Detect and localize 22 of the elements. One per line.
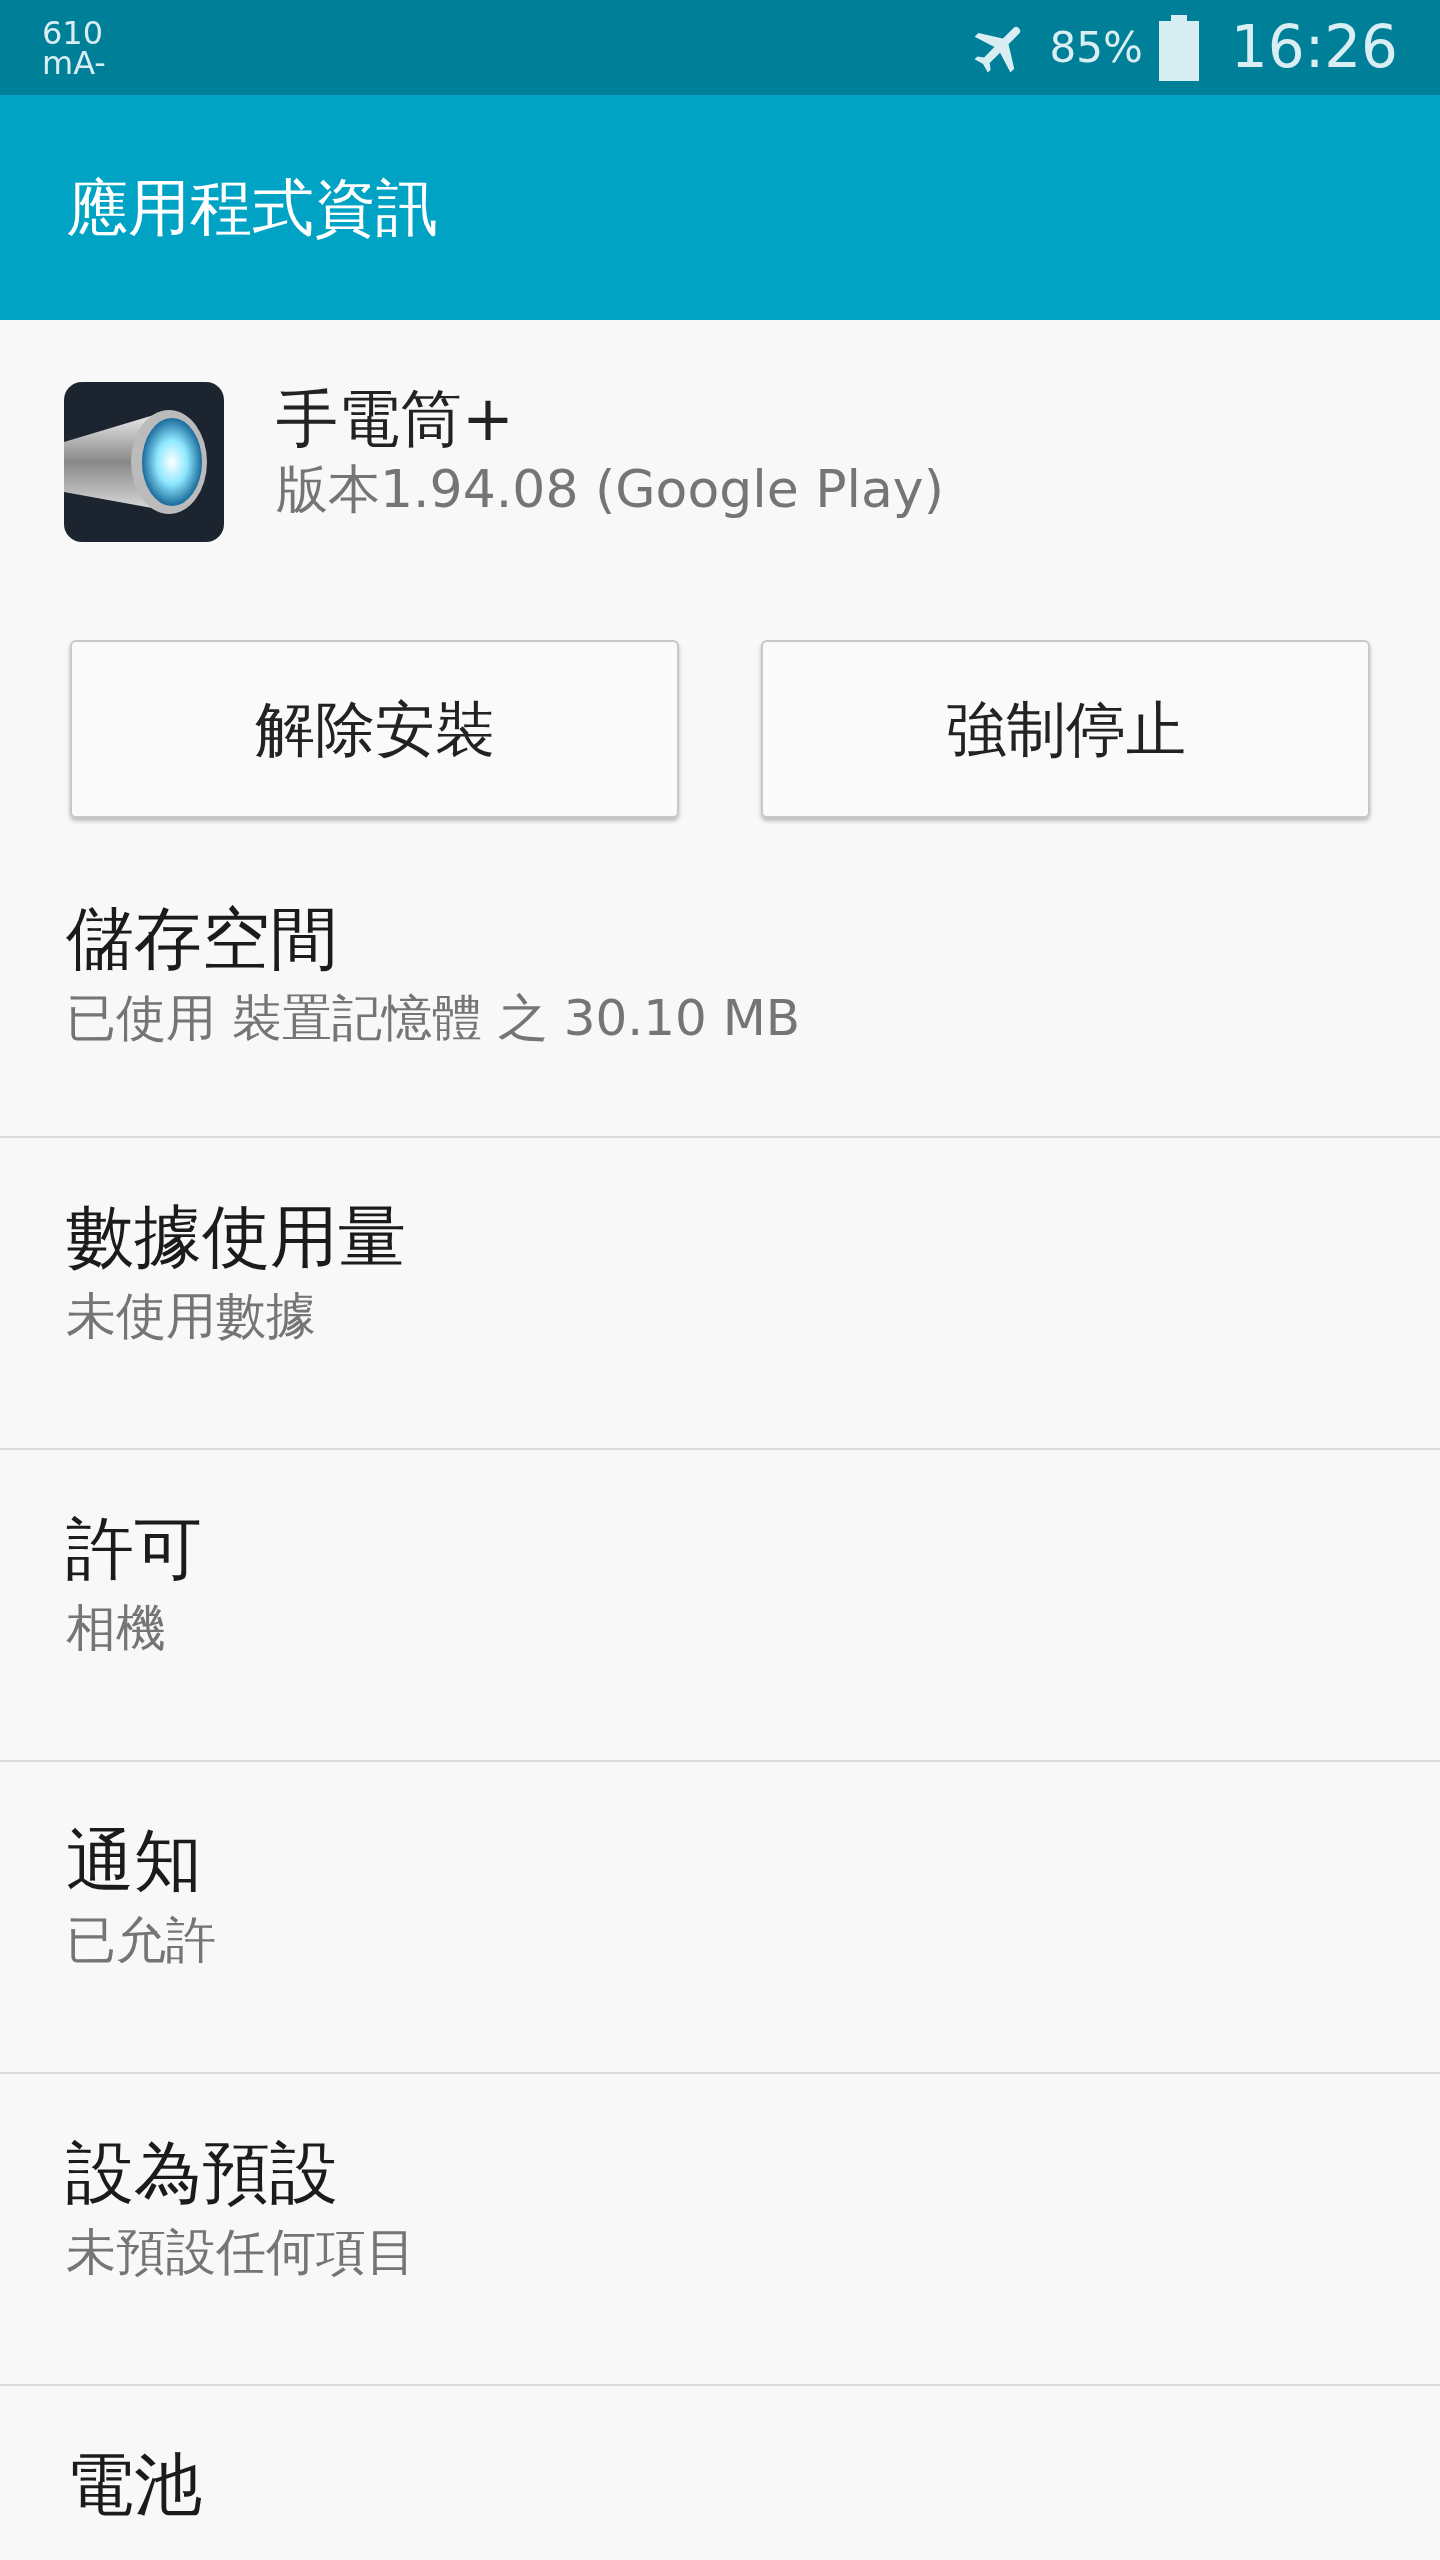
clock: 16:26 [1230,12,1398,83]
battery-percent: 85% [1049,22,1143,74]
setting-summary: 已使用 裝置記憶體 之 30.10 MB [66,988,802,1050]
force-stop-button[interactable]: 強制停止 [761,640,1370,818]
app-name: 手電筒+ [276,382,515,457]
setting-summary: 已允許 [66,1910,217,1972]
current-unit: mA- [42,47,106,78]
app-version: 版本1.94.08 (Google Play) [276,458,944,522]
setting-title: 電池 [66,2444,203,2526]
screen-title: 應用程式資訊 [66,170,438,246]
setting-summary: 未預設任何項目 [66,2222,417,2284]
battery-icon [1158,14,1199,81]
current-reading: 610 [42,17,104,48]
uninstall-button[interactable]: 解除安裝 [70,640,679,818]
setting-summary: 相機 [66,1598,167,1660]
setting-title: 儲存空間 [66,898,339,980]
setting-title: 設為預設 [66,2132,339,2214]
setting-title: 數據使用量 [66,1196,407,1278]
setting-title: 許可 [66,1508,203,1590]
flashlight-icon [64,382,224,542]
setting-title: 通知 [66,1820,203,1902]
setting-summary: 未使用數據 [66,1286,317,1348]
